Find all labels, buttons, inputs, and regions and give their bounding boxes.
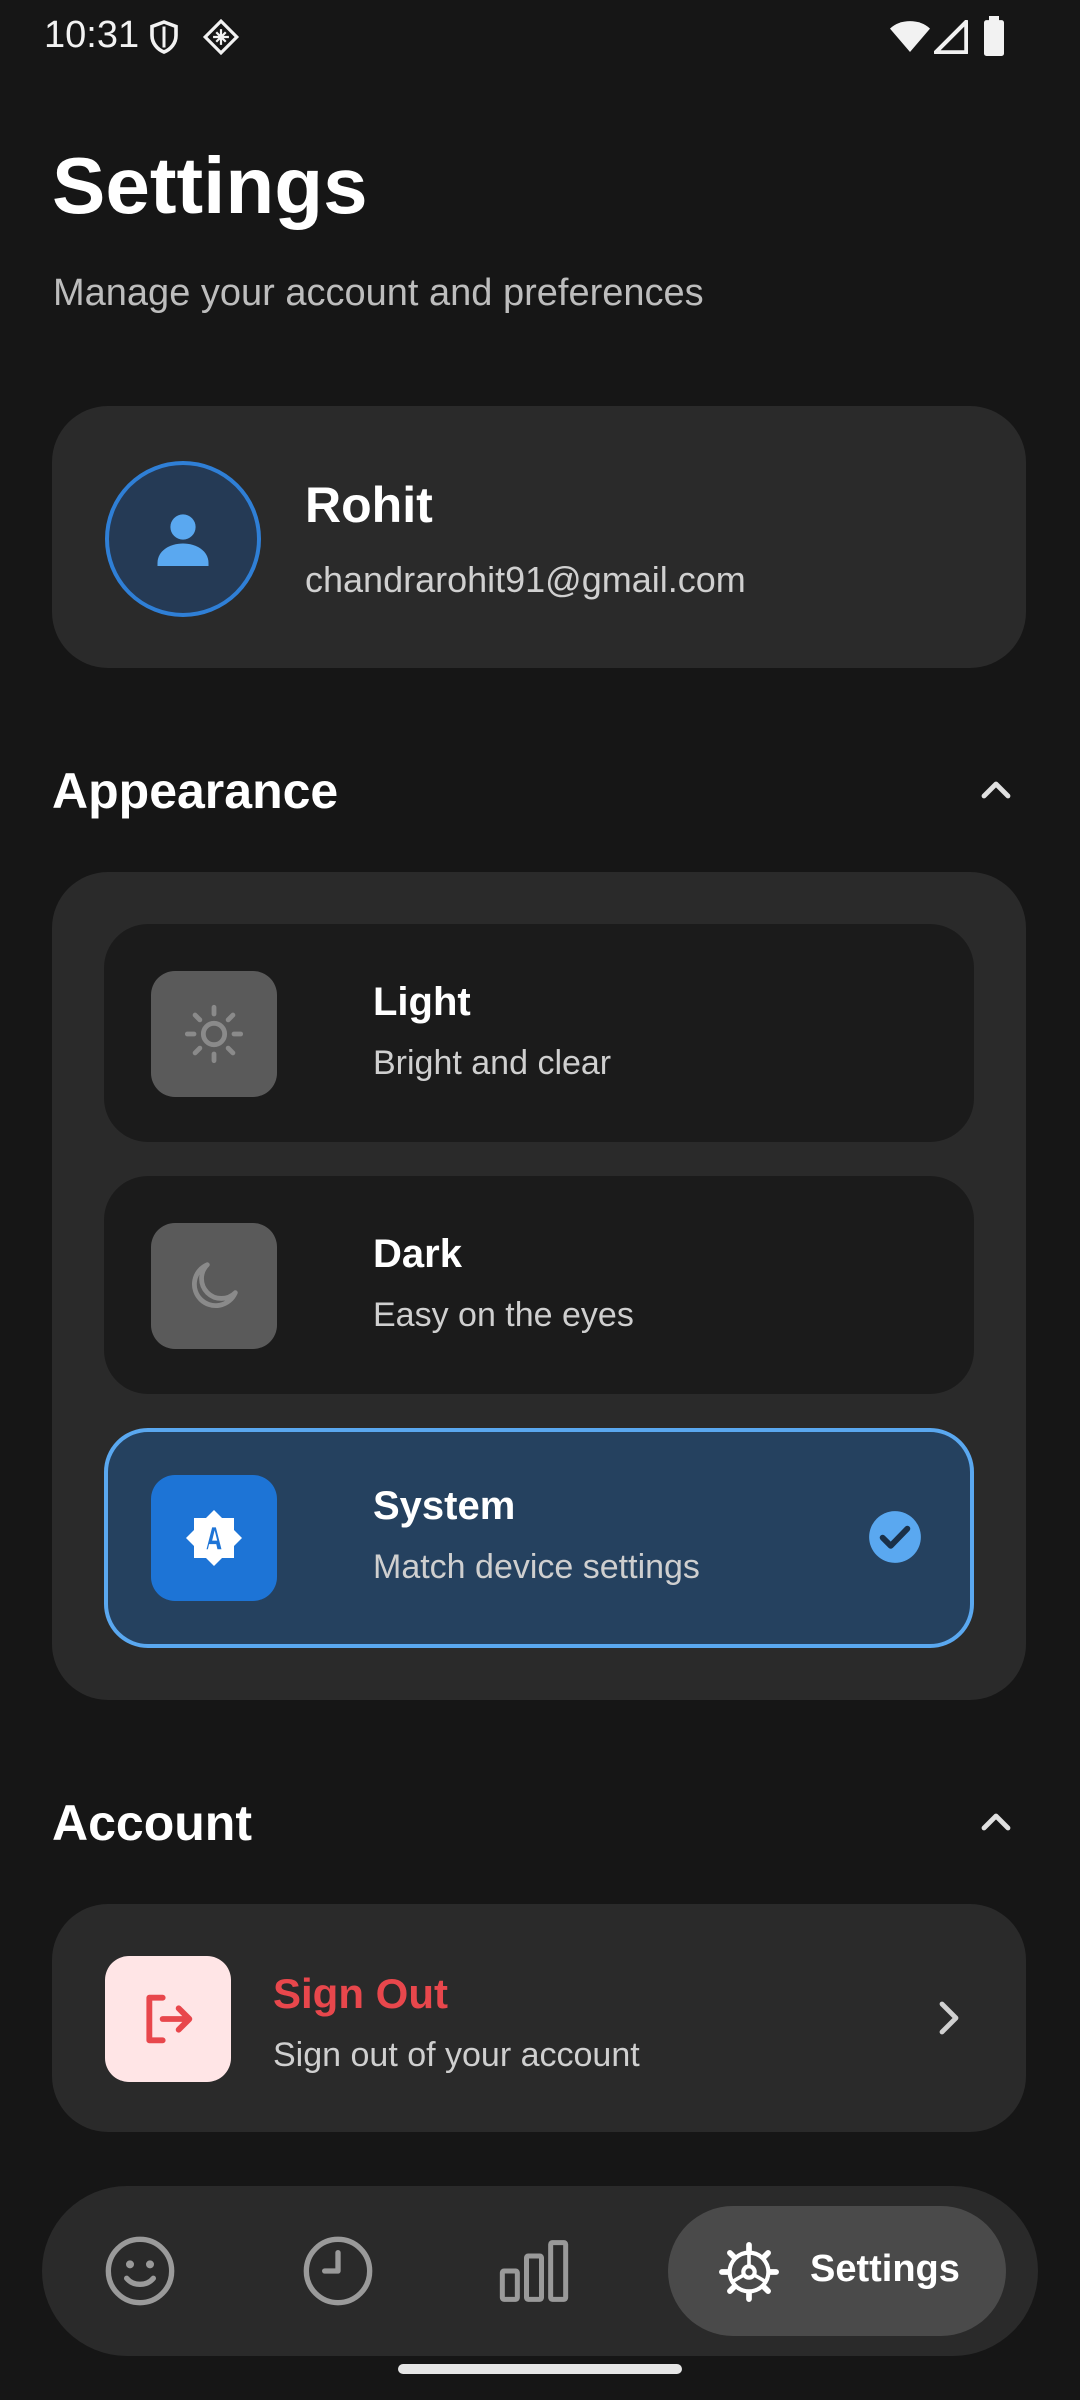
appearance-section-title: Appearance: [52, 763, 339, 819]
smiley-icon: [105, 2236, 175, 2306]
sign-out-description: Sign out of your account: [273, 2036, 640, 2074]
shield-icon: [146, 18, 182, 61]
sign-out-title: Sign Out: [273, 1970, 448, 2017]
theme-description: Match device settings: [373, 1548, 700, 1586]
battery-icon: [984, 16, 1004, 61]
theme-icon-box: [151, 1223, 277, 1349]
nav-mood[interactable]: [100, 2231, 180, 2311]
theme-title: System: [373, 1484, 516, 1528]
page-subtitle: Manage your account and preferences: [53, 272, 704, 314]
nav-stats[interactable]: [494, 2231, 574, 2311]
sun-icon: [184, 1004, 244, 1064]
settings-screen: 10:31 Settings Manage your account and p…: [0, 0, 1080, 2400]
check-circle-icon: [868, 1510, 922, 1564]
nav-history[interactable]: [298, 2231, 378, 2311]
profile-card[interactable]: Rohit chandrarohit91@gmail.com: [52, 406, 1026, 668]
appearance-card: Light Bright and clear Dark Easy on the …: [52, 872, 1026, 1700]
profile-email: chandrarohit91@gmail.com: [305, 559, 746, 600]
logout-icon: [146, 1994, 193, 2044]
bottom-navigation: Settings: [42, 2186, 1038, 2356]
settings-gear-icon: [719, 2242, 779, 2302]
theme-option-dark[interactable]: Dark Easy on the eyes: [104, 1176, 974, 1394]
theme-icon-box: [151, 971, 277, 1097]
page-title: Settings: [52, 141, 368, 230]
bar-chart-icon: [499, 2240, 569, 2302]
sign-out-button[interactable]: Sign Out Sign out of your account: [52, 1904, 1026, 2132]
profile-name: Rohit: [305, 477, 433, 533]
auto-brightness-icon: [186, 1510, 242, 1566]
account-section-title: Account: [52, 1795, 252, 1851]
theme-option-system[interactable]: System Match device settings: [104, 1428, 974, 1648]
home-indicator[interactable]: [398, 2364, 682, 2374]
status-bar: 10:31: [0, 0, 1080, 72]
chevron-up-icon[interactable]: [972, 766, 1020, 814]
cellular-icon: [933, 19, 969, 59]
chevron-up-icon[interactable]: [972, 1798, 1020, 1846]
theme-option-light[interactable]: Light Bright and clear: [104, 924, 974, 1142]
nav-settings-label: Settings: [810, 2248, 960, 2290]
avatar: [105, 461, 261, 617]
theme-title: Dark: [373, 1232, 462, 1276]
chevron-right-icon: [924, 1994, 972, 2047]
theme-description: Easy on the eyes: [373, 1296, 634, 1334]
theme-description: Bright and clear: [373, 1044, 612, 1082]
nav-settings[interactable]: Settings: [668, 2206, 1006, 2336]
moon-icon: [192, 1262, 238, 1308]
clock-icon: [303, 2236, 373, 2306]
wifi-icon: [890, 20, 930, 59]
diamond-grid-icon: [202, 18, 240, 61]
theme-title: Light: [373, 980, 471, 1024]
status-time: 10:31: [44, 14, 140, 56]
theme-icon-box: [151, 1475, 277, 1601]
sign-out-icon-box: [105, 1956, 231, 2082]
person-icon: [157, 514, 209, 566]
